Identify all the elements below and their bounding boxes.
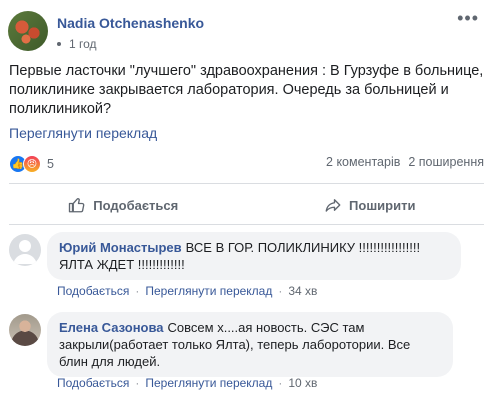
share-button[interactable]: Поширити (247, 188, 493, 222)
commenter-avatar[interactable] (9, 314, 41, 346)
share-arrow-icon (325, 199, 341, 212)
comment-time[interactable]: 10 хв (288, 376, 317, 390)
comment-author[interactable]: Юрий Монастырев (59, 240, 182, 255)
divider (9, 183, 484, 184)
comment-translate-link[interactable]: Переглянути переклад (145, 284, 272, 298)
angry-reaction-icon: 😠 (23, 155, 41, 173)
thumbs-up-icon (69, 198, 85, 213)
comment-bubble: Юрий Монастырев ВСЕ В ГОР. ПОЛИКЛИНИКУ !!… (47, 232, 461, 280)
post-stats: 2 коментарів 2 поширення (326, 155, 484, 169)
comment-actions: Подобається · Переглянути переклад · 10 … (57, 376, 317, 390)
comment-actions: Подобається · Переглянути переклад · 34 … (57, 284, 317, 298)
comment-translate-link[interactable]: Переглянути переклад (145, 376, 272, 390)
comment-author[interactable]: Елена Сазонова (59, 320, 164, 335)
reactions-count: 5 (47, 157, 54, 171)
divider (9, 224, 484, 225)
facebook-post: Nadia Otchenashenko 1 год ••• Первые лас… (0, 0, 493, 408)
comment-time[interactable]: 34 хв (288, 284, 317, 298)
comment-like-link[interactable]: Подобається (57, 376, 129, 390)
comment-bubble: Елена Сазонова Совсем х....ая новость. СЭ… (47, 312, 453, 377)
author-avatar[interactable] (8, 11, 48, 51)
share-button-label: Поширити (349, 197, 416, 213)
separator: · (278, 376, 283, 390)
separator: · (278, 284, 283, 298)
post-time-row: 1 год (57, 37, 97, 51)
shares-count[interactable]: 2 поширення (408, 155, 484, 169)
post-time[interactable]: 1 год (69, 37, 97, 51)
separator: · (135, 284, 140, 298)
see-translation-link[interactable]: Переглянути переклад (9, 125, 157, 141)
post-actions: Подобається Поширити (0, 188, 493, 222)
comment-like-link[interactable]: Подобається (57, 284, 129, 298)
like-button[interactable]: Подобається (0, 188, 247, 222)
default-user-icon (13, 240, 37, 264)
commenter-avatar[interactable] (9, 234, 41, 266)
like-button-label: Подобається (93, 197, 179, 213)
reactions-summary[interactable]: 👍 😠 5 (9, 155, 54, 173)
globe-icon (57, 42, 61, 46)
more-icon[interactable]: ••• (457, 8, 479, 29)
post-text: Первые ласточки "лучшего" здравоохранени… (9, 63, 484, 117)
separator: · (135, 376, 140, 390)
post-author[interactable]: Nadia Otchenashenko (57, 15, 204, 31)
comments-count[interactable]: 2 коментарів (326, 155, 400, 169)
